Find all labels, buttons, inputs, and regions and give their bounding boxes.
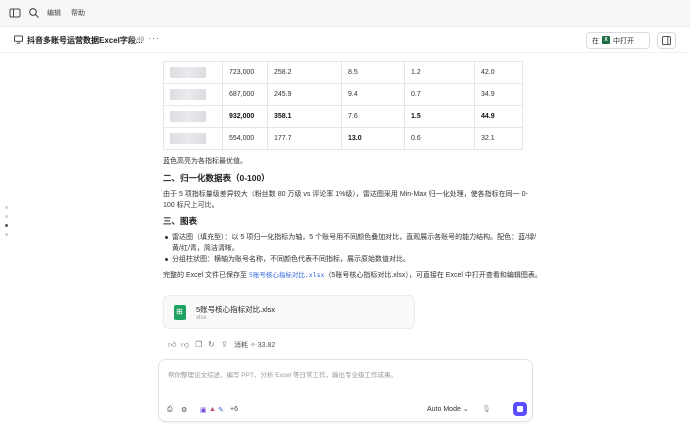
table-cell: 0.6 <box>404 127 475 150</box>
image-tool-icon[interactable]: ▲ <box>209 406 216 413</box>
file-ext: xlsx <box>196 315 207 321</box>
account-name-cell <box>163 83 223 106</box>
thumbs-down-icon[interactable]: 👎︎ <box>181 340 189 350</box>
slides-tool-icon[interactable]: ▣ <box>200 406 207 414</box>
section-heading-normalize: 二、归一化数据表（0-100） <box>163 173 270 183</box>
save-text-a: 完整的 Excel 文件已保存至 <box>163 272 249 279</box>
scroll-nav-dots[interactable] <box>5 206 8 242</box>
table-row: 687,000 245.9 9.4 0.7 34.9 <box>163 83 523 106</box>
open-label: 中打开 <box>613 38 634 45</box>
conversation-time: 15:48 <box>128 36 145 43</box>
table-cell: 34.9 <box>474 83 523 106</box>
bullet-radar-line: 黄/红/青，简洁清晰。 <box>172 245 239 252</box>
retry-icon[interactable]: ↻ <box>208 340 215 349</box>
more-tools-count[interactable]: +6 <box>230 406 238 413</box>
app-topbar: 编辑 帮助 <box>0 0 690 27</box>
table-cell: 554,000 <box>222 127 268 150</box>
send-button[interactable] <box>513 402 527 416</box>
table-cell: 42.0 <box>474 61 523 84</box>
nav-dot[interactable] <box>5 233 8 236</box>
sidebar-toggle-icon[interactable] <box>9 7 21 19</box>
redacted-name <box>170 133 206 144</box>
nav-dot-active[interactable] <box>5 224 8 227</box>
table-cell: 44.9 <box>474 105 523 128</box>
save-text-b: （5账号核心指标对比.xlsx），可直接在 Excel 中打开查看和编辑图表。 <box>324 272 542 279</box>
table-row: 723,000 258.2 8.5 1.2 42.0 <box>163 61 523 84</box>
credits-spark-icon: ✧ <box>249 342 256 349</box>
credits-value: 33.82 <box>257 342 276 349</box>
xlsx-file-icon <box>174 305 186 320</box>
thumbs-up-icon[interactable]: 👍︎ <box>168 340 176 350</box>
table-cell: 8.5 <box>341 61 405 84</box>
mode-label: Auto Mode <box>427 406 461 413</box>
table-cell: 32.1 <box>474 127 523 150</box>
toggle-panel-button[interactable] <box>657 32 676 49</box>
save-paragraph: 完整的 Excel 文件已保存至 5账号核心指标对比.xlsx（5账号核心指标对… <box>163 270 542 281</box>
table-row: 932,000 358.1 7.6 1.5 44.9 <box>163 105 523 128</box>
microphone-icon[interactable]: 🎙︎ <box>482 405 491 413</box>
credits-label: 消耗 <box>234 342 248 349</box>
paragraph-line: 由于 5 项指标量级差异较大（粉丝数 80 万级 vs 评论率 1%级），雷达图… <box>163 191 528 198</box>
redacted-name <box>170 111 206 122</box>
section-heading-charts: 三、图表 <box>163 216 198 226</box>
doc-tool-icon[interactable]: ✎ <box>218 406 224 414</box>
menu-help[interactable]: 帮助 <box>71 8 85 18</box>
table-cell: 687,000 <box>222 83 268 106</box>
bullet-dot <box>165 258 168 261</box>
table-cell: 358.1 <box>267 105 342 128</box>
paragraph-line: 100 标尺上可比。 <box>163 202 219 209</box>
search-icon[interactable] <box>28 7 40 19</box>
highlight-note: 蓝色高亮为各指标最优值。 <box>163 158 247 165</box>
redacted-name <box>170 89 206 100</box>
metrics-table: 723,000 258.2 8.5 1.2 42.0 687,000 245.9 9.4 0.7… <box>163 61 523 150</box>
file-card[interactable]: 5账号核心指标对比.xlsx xlsx <box>163 295 415 329</box>
table-cell: 177.7 <box>267 127 342 150</box>
table-cell: 723,000 <box>222 61 268 84</box>
redacted-name <box>170 67 206 78</box>
mode-select[interactable]: Auto Mode ⌄ <box>427 405 469 413</box>
account-name-cell <box>163 105 223 128</box>
menu-edit[interactable]: 编辑 <box>47 8 61 18</box>
bullet-dot <box>165 236 168 239</box>
tool-icon[interactable]: ⚙︎ <box>181 406 187 414</box>
more-options-icon[interactable]: ··· <box>148 33 160 43</box>
account-name-cell <box>163 61 223 84</box>
attach-icon[interactable]: ⎙ <box>167 406 173 414</box>
monitor-icon <box>14 35 23 44</box>
table-cell: 7.6 <box>341 105 405 128</box>
share-icon[interactable]: ⇪ <box>221 340 228 349</box>
file-name: 5账号核心指标对比.xlsx <box>196 305 276 314</box>
panel-icon <box>662 36 671 45</box>
file-path-link[interactable]: 5账号核心指标对比.xlsx <box>249 271 324 279</box>
table-cell: 1.5 <box>404 105 475 128</box>
chevron-down-icon: ⌄ <box>462 406 469 413</box>
table-cell: 1.2 <box>404 61 475 84</box>
bullet-radar-line: 雷达图（填充型）：以 5 项归一化指标为轴，5 个账号用不同颜色叠加对比，直观展… <box>172 234 537 241</box>
table-row: 554,000 177.7 13.0 0.6 32.1 <box>163 127 523 150</box>
bullet-bar-chart: 分组柱状图：横轴为账号名称，不同颜色代表不同指标，展示原始数值对比。 <box>172 256 410 263</box>
table-cell: 245.9 <box>267 83 342 106</box>
chat-input-placeholder[interactable]: 帮你整理论文综述、编写 PPT、分析 Excel 等日常工作，输出专业级工作成果… <box>168 369 397 379</box>
table-cell: 0.7 <box>404 83 475 106</box>
table-cell: 932,000 <box>222 105 268 128</box>
copy-icon[interactable]: ❐ <box>195 340 202 349</box>
nav-dot[interactable] <box>5 206 8 209</box>
open-prefix: 在 <box>592 38 599 45</box>
table-cell: 258.2 <box>267 61 342 84</box>
credits-used: 消耗 ✧ 33.82 <box>234 340 275 350</box>
nav-dot[interactable] <box>5 215 8 218</box>
conversation-title[interactable]: 抖音多账号运营数据Excel字段... <box>27 35 143 46</box>
chat-input-box[interactable]: 帮你整理论文综述、编写 PPT、分析 Excel 等日常工作，输出专业级工作成果… <box>158 359 533 422</box>
open-in-excel-button[interactable]: 在 X 中打开 <box>586 32 650 49</box>
table-cell: 9.4 <box>341 83 405 106</box>
excel-icon: X <box>602 36 610 44</box>
table-cell: 13.0 <box>341 127 405 150</box>
account-name-cell <box>163 127 223 150</box>
